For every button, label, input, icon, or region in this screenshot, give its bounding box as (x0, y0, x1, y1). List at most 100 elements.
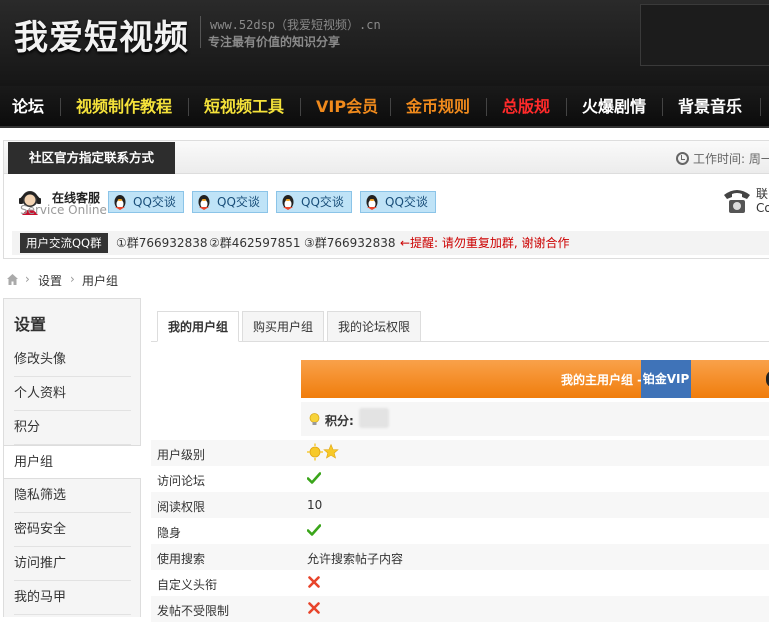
qq-group-1[interactable]: ①群766932838 (116, 234, 207, 251)
sun-star-icon (307, 443, 339, 461)
nav-item-drama[interactable]: 火爆剧情 (582, 86, 646, 128)
permission-label: 访问论坛 (157, 474, 206, 488)
cross-icon (308, 602, 320, 614)
nav-item-tools[interactable]: 短视频工具 (204, 86, 284, 128)
usergroup-main: 我的用户组 购买用户组 我的论坛权限 我的主用户组 - 铂金VIP 积分: 用户… (141, 298, 769, 622)
qq-penguin-icon (366, 195, 378, 210)
points-label: 积分: (325, 414, 354, 428)
qq-penguin-icon (114, 195, 126, 210)
qq-chat-label: QQ交谈 (217, 195, 260, 209)
sidebar-title: 设置 (14, 315, 47, 334)
site-slogan: 专注最有价值的知识分享 (208, 35, 341, 49)
home-icon[interactable] (6, 273, 19, 286)
nav-item-forum[interactable]: 论坛 (12, 86, 44, 128)
permission-row-invisible: 隐身 (151, 518, 769, 544)
permission-label: 隐身 (157, 526, 182, 540)
header-banner-box (640, 4, 769, 66)
qq-penguin-icon (282, 195, 294, 210)
lightbulb-icon (309, 413, 320, 425)
sidebar-item-avatar[interactable]: 修改头像 (4, 343, 141, 377)
permission-label: 阅读权限 (157, 500, 206, 514)
qq-groups-tag: 用户交流QQ群 (20, 233, 108, 253)
sidebar-item-vest[interactable]: 我的马甲 (4, 581, 141, 615)
contact-panel: 社区官方指定联系方式 工作时间: 周一 在线客服 Service Online … (3, 140, 769, 259)
banner-label: 我的主用户组 - (561, 373, 643, 387)
sidebar-item-profile[interactable]: 个人资料 (4, 377, 141, 411)
telephone-icon (724, 190, 750, 213)
clock-icon (676, 152, 689, 165)
breadcrumb: › 设置 › 用户组 (0, 270, 769, 290)
check-icon (307, 524, 321, 536)
permission-value: 允许搜索帖子内容 (307, 552, 404, 566)
site-logo[interactable]: 我爱短视频 (14, 10, 189, 59)
cross-icon (308, 576, 320, 588)
header-divider (200, 16, 201, 48)
nav-separator (188, 98, 189, 116)
permission-row-visit: 访问论坛 (151, 466, 769, 492)
work-time: 工作时间: 周一 (676, 150, 769, 167)
nav-separator (760, 98, 761, 116)
permission-value: 10 (307, 498, 323, 512)
nav-separator (60, 98, 61, 116)
permission-row-read: 阅读权限 10 (151, 492, 769, 518)
points-value-blurred (359, 408, 389, 428)
permission-label: 使用搜索 (157, 552, 206, 566)
breadcrumb-settings[interactable]: 设置 (38, 272, 62, 289)
qq-chat-label: QQ交谈 (301, 195, 344, 209)
permission-row-custom-title: 自定义头衔 (151, 570, 769, 596)
sidebar-item-privacy[interactable]: 隐私筛选 (4, 479, 141, 513)
qq-chat-button[interactable]: QQ交谈 (360, 191, 436, 213)
qq-group-warning: ←提醒: 请勿重复加群, 谢谢合作 (400, 236, 570, 250)
sidebar-item-promotion[interactable]: 访问推广 (4, 547, 141, 581)
tab-forum-permissions[interactable]: 我的论坛权限 (327, 311, 422, 342)
contact-tab-bar: 社区官方指定联系方式 工作时间: 周一 (4, 141, 769, 174)
nav-item-music[interactable]: 背景音乐 (678, 86, 742, 128)
vip-badge: 铂金VIP (641, 360, 691, 398)
permission-row-search: 使用搜索 允许搜索帖子内容 (151, 544, 769, 570)
permission-label: 发帖不受限制 (157, 604, 230, 618)
qq-groups-bar: 用户交流QQ群 ①群766932838 ②群462597851 ③群766932… (12, 231, 769, 255)
nav-separator (390, 98, 391, 116)
nav-item-video-tutorial[interactable]: 视频制作教程 (76, 86, 172, 128)
customer-service-subtitle: Service Online (20, 203, 107, 217)
contact-tab[interactable]: 社区官方指定联系方式 (8, 142, 175, 174)
nav-separator (486, 98, 487, 116)
nav-item-coin-rules[interactable]: 金币规则 (406, 86, 470, 128)
qq-chat-button[interactable]: QQ交谈 (192, 191, 268, 213)
usergroup-banner: 我的主用户组 - 铂金VIP (301, 360, 769, 398)
work-time-label: 工作时间: 周一 (693, 152, 769, 166)
sidebar-item-credits[interactable]: 积分 (4, 411, 141, 445)
nav-separator (566, 98, 567, 116)
qq-chat-label: QQ交谈 (133, 195, 176, 209)
permission-label: 用户级别 (157, 448, 206, 462)
site-url: www.52dsp（我爱短视频）.cn (210, 18, 381, 32)
permission-row-post-unlimited: 发帖不受限制 (151, 596, 769, 622)
sidebar-item-usergroup[interactable]: 用户组 (4, 445, 141, 479)
qq-chat-button[interactable]: QQ交谈 (108, 191, 184, 213)
sidebar-item-password[interactable]: 密码安全 (4, 513, 141, 547)
qq-penguin-icon (198, 195, 210, 210)
breadcrumb-separator: › (25, 272, 30, 286)
contact-phone-label: 联 Co (756, 187, 769, 215)
permission-label: 自定义头衔 (157, 578, 218, 592)
points-row: 积分: (301, 402, 769, 436)
tab-my-usergroup[interactable]: 我的用户组 (157, 311, 240, 342)
nav-separator (662, 98, 663, 116)
site-header: 我爱短视频 www.52dsp（我爱短视频）.cn 专注最有价值的知识分享 (0, 0, 769, 86)
qq-group-3[interactable]: ③群766932838 (304, 234, 395, 251)
tab-buy-usergroup[interactable]: 购买用户组 (242, 311, 325, 342)
nav-item-rules[interactable]: 总版规 (502, 86, 550, 128)
check-icon (307, 472, 321, 484)
nav-separator (300, 98, 301, 116)
qq-group-2[interactable]: ②群462597851 (209, 234, 300, 251)
nav-item-vip[interactable]: VIP会员 (316, 86, 378, 128)
qq-chat-label: QQ交谈 (385, 195, 428, 209)
contact-phone-line1: 联 (756, 187, 769, 201)
contact-phone-line2: Co (756, 201, 769, 215)
breadcrumb-usergroup[interactable]: 用户组 (82, 272, 118, 289)
permission-row-level: 用户级别 (151, 440, 769, 466)
main-nav: 论坛 视频制作教程 短视频工具 VIP会员 金币规则 总版规 火爆剧情 背景音乐 (0, 86, 769, 128)
qq-chat-button[interactable]: QQ交谈 (276, 191, 352, 213)
breadcrumb-separator: › (70, 272, 75, 286)
settings-sidebar: 设置 修改头像 个人资料 积分 用户组 隐私筛选 密码安全 访问推广 我的马甲 (3, 298, 141, 617)
